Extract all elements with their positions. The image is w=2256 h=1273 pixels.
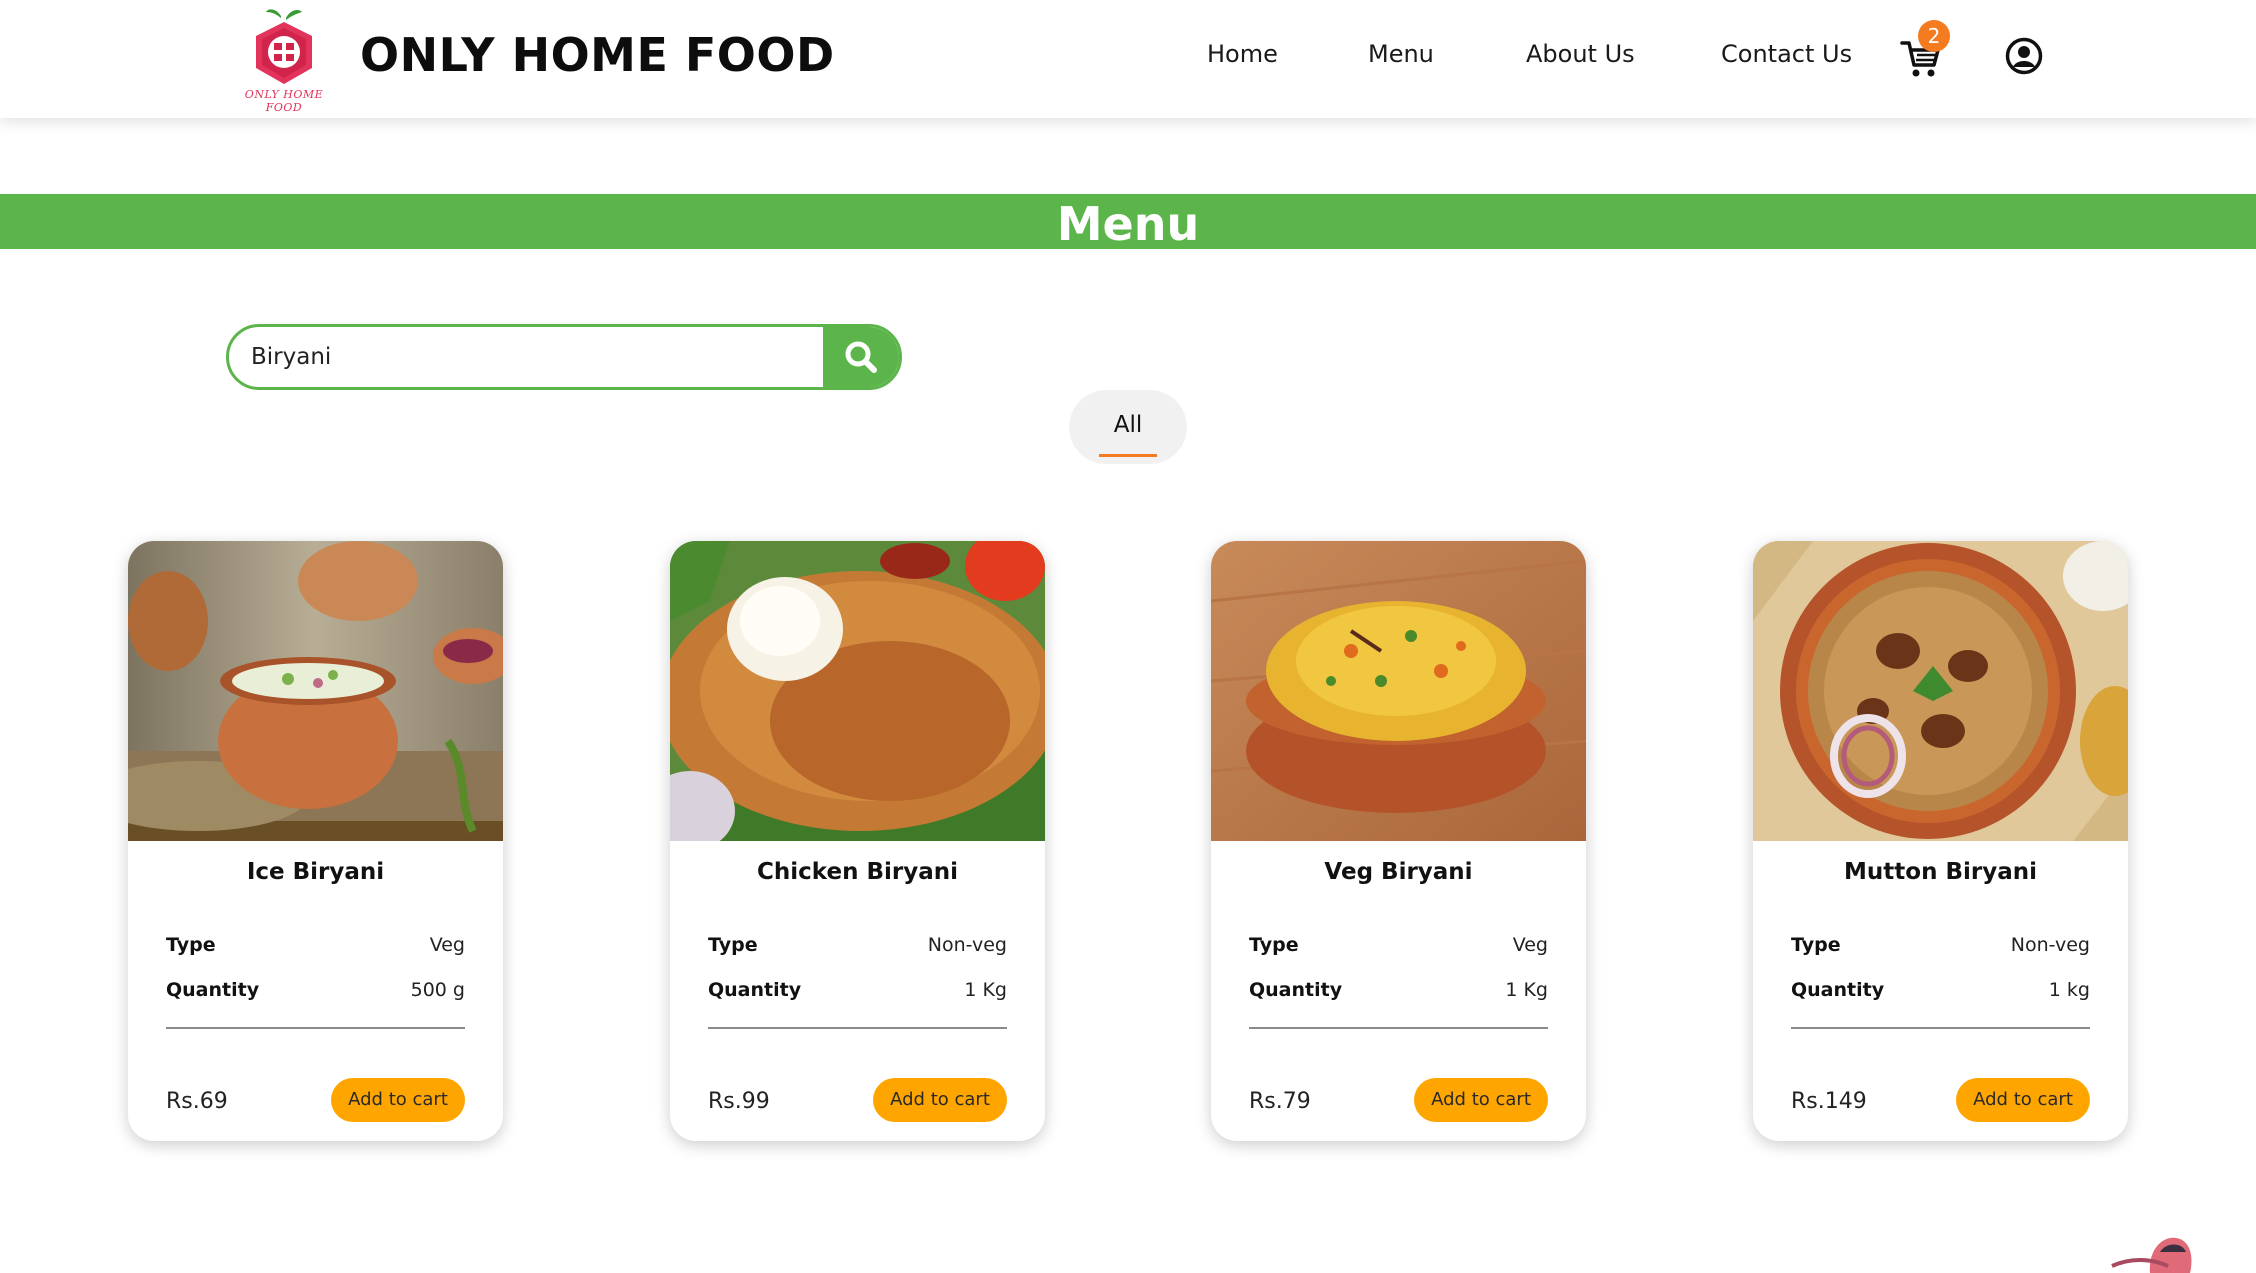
card-divider [1249, 1027, 1548, 1029]
product-image [128, 541, 503, 841]
card-divider [166, 1027, 465, 1029]
header: ONLY HOME FOOD ONLY HOME FOOD Home Menu … [0, 0, 2256, 118]
active-filter-underline [1099, 454, 1157, 457]
brand-name[interactable]: ONLY HOME FOOD [360, 28, 835, 82]
product-image [1753, 541, 2128, 841]
profile-button[interactable] [2005, 37, 2043, 75]
logo-tagline: ONLY HOME FOOD [244, 88, 324, 114]
card-divider [708, 1027, 1007, 1029]
quantity-label: Quantity [166, 979, 260, 1001]
nav-contact-us[interactable]: Contact Us [1721, 40, 1852, 68]
page-title: Menu [1056, 197, 1200, 251]
type-label: Type [1791, 934, 1841, 956]
product-name: Chicken Biryani [757, 859, 958, 885]
user-circle-icon [2005, 37, 2043, 75]
type-label: Type [166, 934, 216, 956]
type-value: Non-veg [927, 934, 1007, 956]
type-label: Type [708, 934, 758, 956]
product-price: Rs.99 [708, 1089, 770, 1114]
add-to-cart-button[interactable]: Add to cart [1414, 1078, 1548, 1122]
product-card: Mutton Biryani Type Non-veg Quantity 1 k… [1753, 541, 2128, 1141]
type-value: Veg [429, 934, 465, 956]
quantity-label: Quantity [1791, 979, 1885, 1001]
quantity-value: 1 Kg [964, 979, 1007, 1001]
type-value: Non-veg [2010, 934, 2090, 956]
cart-count-badge: 2 [1918, 20, 1950, 52]
quantity-label: Quantity [1249, 979, 1343, 1001]
search-bar [226, 324, 902, 390]
product-image [670, 541, 1045, 841]
product-price: Rs.79 [1249, 1089, 1311, 1114]
add-to-cart-button[interactable]: Add to cart [1956, 1078, 2090, 1122]
quantity-value: 1 kg [2048, 979, 2090, 1001]
search-button[interactable] [823, 327, 899, 387]
type-value: Veg [1512, 934, 1548, 956]
quantity-value: 500 g [410, 979, 465, 1001]
product-card: Ice Biryani Type Veg Quantity 500 g Rs.6… [128, 541, 503, 1141]
product-card: Chicken Biryani Type Non-veg Quantity 1 … [670, 541, 1045, 1141]
menu-banner: Menu [0, 194, 2256, 251]
add-to-cart-button[interactable]: Add to cart [873, 1078, 1007, 1122]
chat-assistant-button[interactable] [2110, 1228, 2195, 1273]
product-name: Mutton Biryani [1844, 859, 2037, 885]
delivery-mascot-icon [2111, 1237, 2192, 1273]
filter-chip-label: All [1113, 412, 1143, 438]
filter-chip-all[interactable]: All [1069, 390, 1187, 464]
card-divider [1791, 1027, 2090, 1029]
add-to-cart-button[interactable]: Add to cart [331, 1078, 465, 1122]
product-price: Rs.149 [1791, 1089, 1867, 1114]
product-image [1211, 541, 1586, 841]
quantity-value: 1 Kg [1505, 979, 1548, 1001]
logo[interactable]: ONLY HOME FOOD [226, 6, 342, 114]
nav-menu[interactable]: Menu [1368, 40, 1434, 68]
search-icon [845, 341, 877, 373]
search-input[interactable] [229, 327, 827, 387]
product-card: Veg Biryani Type Veg Quantity 1 Kg Rs.79… [1211, 541, 1586, 1141]
logo-icon [256, 9, 312, 84]
nav-home[interactable]: Home [1207, 40, 1278, 68]
type-label: Type [1249, 934, 1299, 956]
quantity-label: Quantity [708, 979, 802, 1001]
product-name: Ice Biryani [246, 859, 385, 885]
product-price: Rs.69 [166, 1089, 228, 1114]
product-name: Veg Biryani [1324, 859, 1473, 885]
nav-about-us[interactable]: About Us [1526, 40, 1635, 68]
